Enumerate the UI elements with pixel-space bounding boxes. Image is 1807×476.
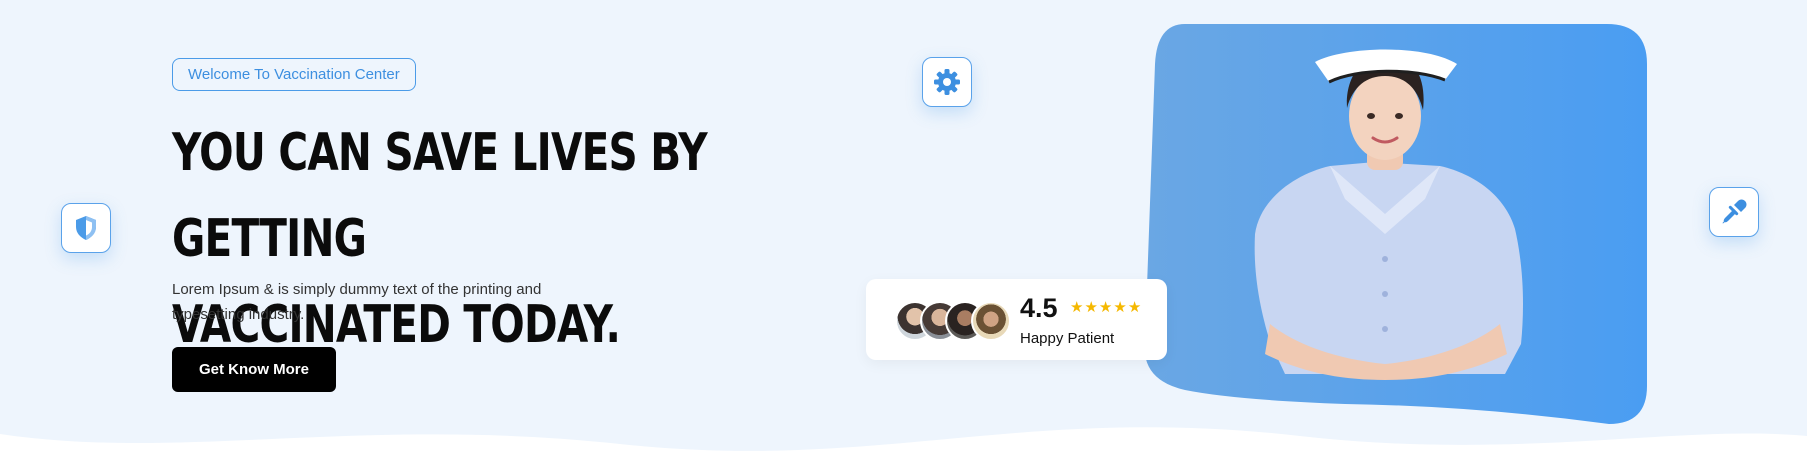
shield-icon bbox=[76, 216, 96, 240]
star-icon: ★ bbox=[1070, 299, 1084, 316]
welcome-badge: Welcome To Vaccination Center bbox=[172, 58, 416, 91]
rating-stars: ★ ★ ★ ★ ★ bbox=[1070, 298, 1141, 318]
nurse-photo bbox=[1145, 24, 1647, 424]
rating-value: 4.5 bbox=[1020, 293, 1058, 323]
get-know-more-button[interactable]: Get Know More bbox=[172, 347, 336, 392]
rating-card: 4.5 ★ ★ ★ ★ ★ Happy Patient bbox=[866, 279, 1167, 360]
gear-icon bbox=[934, 69, 960, 95]
shield-icon-box bbox=[61, 203, 111, 253]
patient-avatars bbox=[895, 301, 1011, 341]
star-icon: ★ bbox=[1127, 299, 1142, 316]
headline-line-1: You Can Save Lives By Getting bbox=[172, 123, 708, 269]
pipette-icon bbox=[1722, 199, 1747, 224]
avatar bbox=[971, 301, 1011, 341]
pipette-icon-box bbox=[1709, 187, 1759, 237]
hero-headline: You Can Save Lives By Getting Vaccinated… bbox=[172, 110, 718, 368]
rating-label: Happy Patient bbox=[1020, 330, 1115, 347]
star-icon: ★ bbox=[1098, 299, 1113, 316]
gear-icon-box bbox=[922, 57, 972, 107]
star-icon: ★ bbox=[1113, 299, 1127, 316]
hero-description: Lorem Ipsum & is simply dummy text of th… bbox=[172, 281, 542, 323]
star-icon: ★ bbox=[1084, 299, 1098, 316]
